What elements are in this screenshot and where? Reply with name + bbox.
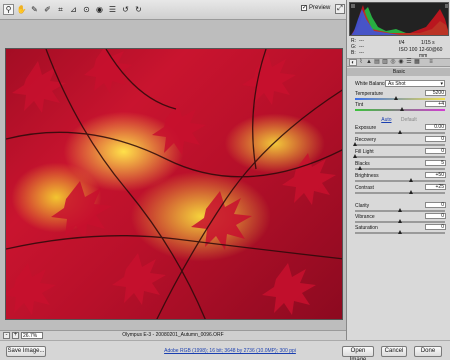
chevron-down-icon: ▾ — [440, 81, 443, 87]
adjustments-panel: R: --- G: --- B: --- f/4 1/15 s ISO 100 … — [346, 0, 450, 340]
clarity-slider-thumb[interactable] — [398, 208, 402, 212]
camera-calibration-tab-icon[interactable]: ◉ — [397, 59, 405, 66]
brightness-slider-thumb[interactable] — [408, 178, 413, 182]
clarity-label: Clarity — [355, 203, 370, 209]
contrast-slider-thumb[interactable] — [408, 190, 413, 194]
color-sampler-icon[interactable]: ✐ — [42, 4, 53, 15]
saturation-value-field[interactable]: 0 — [425, 224, 446, 230]
rotate-right-icon[interactable]: ↻ — [133, 4, 144, 15]
crop-icon[interactable]: ⌗ — [55, 4, 66, 15]
exposure-value-field[interactable]: 0.00 — [425, 124, 446, 130]
shutter-value: 1/15 s — [421, 40, 435, 46]
fill-light-slider[interactable] — [353, 154, 445, 158]
preview-label: Preview — [309, 5, 331, 11]
recovery-slider[interactable] — [353, 142, 445, 146]
saturation-label: Saturation — [355, 225, 378, 231]
blacks-value-field[interactable]: 5 — [425, 160, 446, 166]
white-balance-label: White Balance: — [355, 81, 389, 87]
panel-tabs: ◐ ⌇ ▲ ▤ ▥ ◎ ◉ ☰ ▦ ≡ — [347, 58, 450, 67]
white-balance-icon[interactable]: ✎ — [29, 4, 40, 15]
blacks-slider[interactable] — [355, 166, 445, 170]
status-bar: - + 26.7% Olympus E-3 - 20080201_Autumn_… — [0, 330, 346, 340]
panel-title: Basic — [347, 68, 450, 76]
temperature-label: Temperature — [355, 91, 384, 97]
hand-icon[interactable]: ✋ — [16, 4, 27, 15]
cancel-button[interactable]: Cancel — [381, 346, 407, 357]
camera-info: R: --- G: --- B: --- f/4 1/15 s ISO 100 … — [349, 37, 449, 59]
panel-menu-icon[interactable]: ≡ — [427, 59, 435, 66]
exposure-slider-thumb[interactable] — [398, 130, 402, 134]
zoom-icon[interactable]: ⚲ — [3, 4, 14, 15]
saturation-slider-thumb[interactable] — [398, 230, 402, 234]
iso-value: ISO 100 — [399, 47, 418, 53]
recovery-slider-thumb[interactable] — [353, 142, 357, 146]
file-name: Olympus E-3 - 20080201_Autumn_0096.ORF — [122, 332, 224, 338]
fullscreen-icon[interactable]: ⤢ — [335, 4, 345, 14]
preview-checkbox[interactable]: ✓ — [301, 5, 307, 11]
blacks-slider-thumb[interactable] — [357, 166, 362, 170]
fill-light-value-field[interactable]: 0 — [425, 148, 446, 154]
snapshots-tab-icon[interactable]: ▦ — [413, 59, 421, 66]
tone-curve-tab-icon[interactable]: ⌇ — [357, 59, 365, 66]
red-eye-icon[interactable]: ◉ — [94, 4, 105, 15]
lens-tab-icon[interactable]: ◎ — [389, 59, 397, 66]
detail-tab-icon[interactable]: ▲ — [365, 59, 373, 66]
straighten-icon[interactable]: ⊿ — [68, 4, 79, 15]
histogram — [349, 2, 449, 36]
toolbar: ⚲ ✋ ✎ ✐ ⌗ ⊿ ⊙ ◉ ☰ ↺ ↻ — [0, 0, 346, 20]
default-link[interactable]: Default — [401, 117, 417, 123]
retouch-icon[interactable]: ⊙ — [81, 4, 92, 15]
clarity-value-field[interactable]: 0 — [425, 202, 446, 208]
brightness-slider[interactable] — [355, 178, 445, 182]
vibrance-label: Vibrance — [355, 214, 375, 220]
workflow-options-link[interactable]: Adobe RGB (1998); 16 bit; 3648 by 2736 (… — [150, 348, 310, 354]
vibrance-slider[interactable] — [355, 219, 445, 223]
save-image-button[interactable]: Save Image... — [6, 346, 46, 357]
presets-tab-icon[interactable]: ☰ — [405, 59, 413, 66]
basic-tab-icon[interactable]: ◐ — [349, 59, 357, 66]
preferences-icon[interactable]: ☰ — [107, 4, 118, 15]
blue-value: --- — [359, 50, 364, 56]
temperature-value-field[interactable]: 5200 — [425, 90, 446, 96]
preview-toggle[interactable]: ✓ Preview — [301, 5, 330, 11]
aperture-value: f/4 — [399, 40, 405, 46]
temperature-slider-thumb[interactable] — [393, 96, 398, 100]
rotate-left-icon[interactable]: ↺ — [120, 4, 131, 15]
blue-label: B: — [351, 50, 356, 56]
vibrance-slider-thumb[interactable] — [398, 219, 402, 223]
split-toning-tab-icon[interactable]: ▥ — [381, 59, 389, 66]
hsl-tab-icon[interactable]: ▤ — [373, 59, 381, 66]
contrast-slider[interactable] — [355, 190, 445, 194]
auto-link[interactable]: Auto — [381, 117, 391, 123]
vibrance-value-field[interactable]: 0 — [425, 213, 446, 219]
open-image-button[interactable]: Open Image — [342, 346, 374, 360]
contrast-value-field[interactable]: +25 — [425, 184, 446, 190]
fill-light-slider-thumb[interactable] — [353, 154, 357, 158]
brightness-label: Brightness — [355, 173, 379, 179]
bottom-bar: Save Image... Adobe RGB (1998); 16 bit; … — [0, 340, 450, 360]
maple-leaves-image — [6, 49, 342, 319]
tint-slider[interactable] — [355, 107, 445, 111]
contrast-label: Contrast — [355, 185, 374, 191]
clarity-slider[interactable] — [355, 208, 445, 212]
image-canvas[interactable] — [0, 20, 346, 330]
brightness-value-field[interactable]: +50 — [425, 172, 446, 178]
saturation-slider[interactable] — [355, 230, 445, 234]
exposure-slider[interactable] — [355, 130, 445, 134]
white-balance-select[interactable]: As Shot ▾ — [385, 80, 445, 87]
white-balance-value: As Shot — [388, 81, 406, 87]
tint-label: Tint — [355, 102, 364, 108]
photo-preview — [5, 48, 343, 320]
recovery-label: Recovery — [355, 137, 377, 143]
auto-default-links: Auto Default — [347, 117, 450, 123]
recovery-value-field[interactable]: 0 — [425, 136, 446, 142]
fill-light-label: Fill Light — [355, 149, 374, 155]
tint-value-field[interactable]: +4 — [425, 101, 446, 107]
tint-slider-thumb[interactable] — [399, 107, 404, 111]
done-button[interactable]: Done — [414, 346, 442, 357]
exposure-label: Exposure — [355, 125, 377, 131]
temperature-slider[interactable] — [355, 96, 445, 100]
